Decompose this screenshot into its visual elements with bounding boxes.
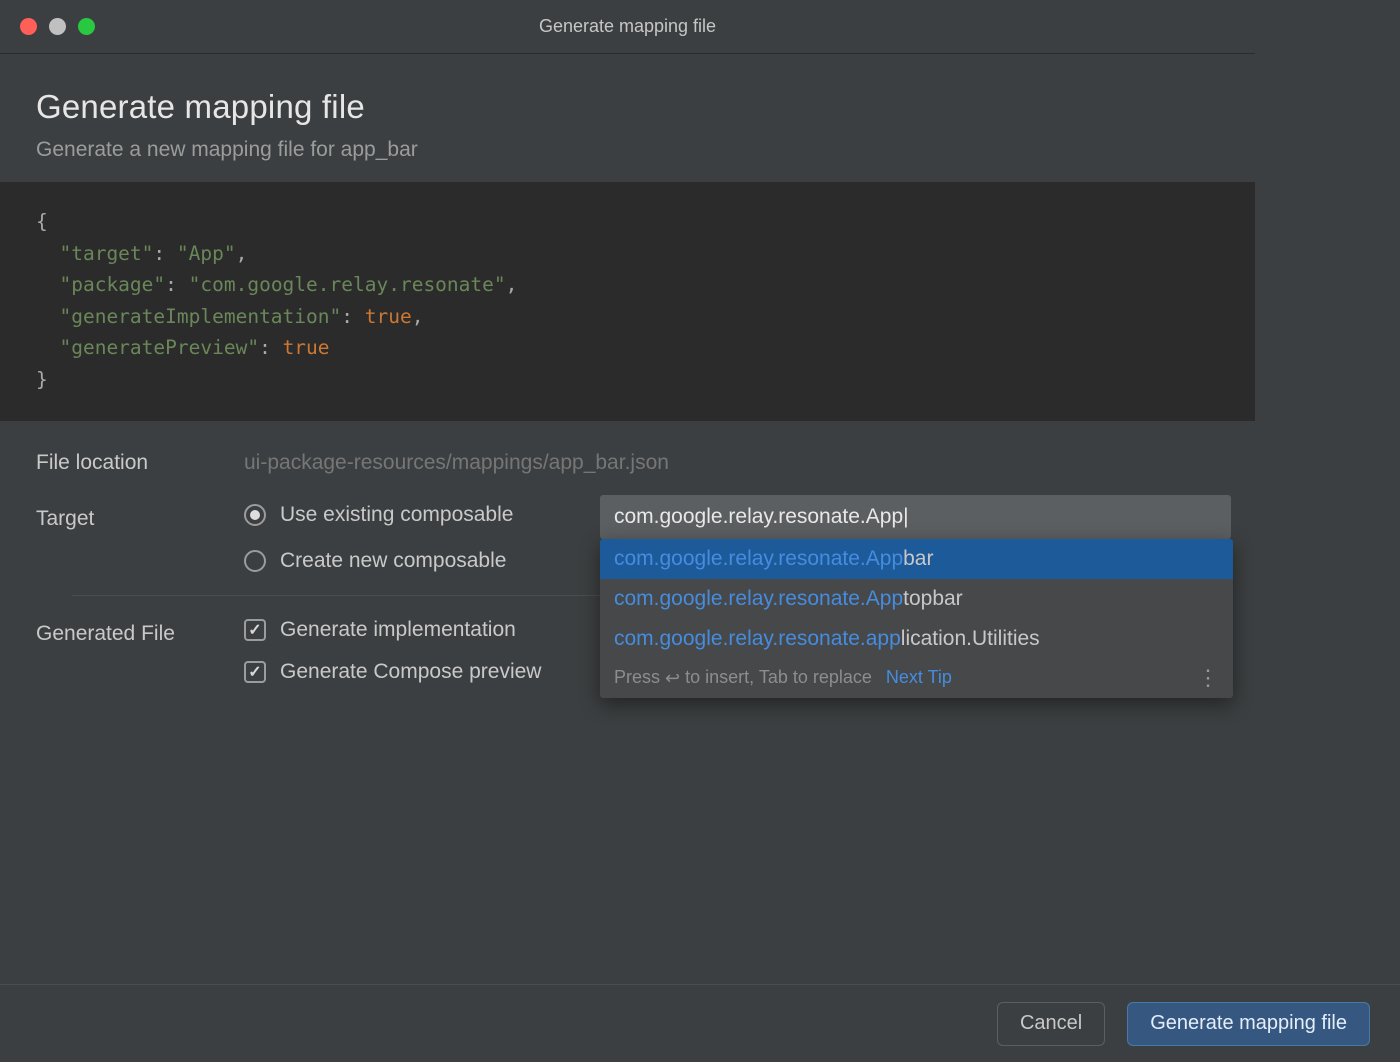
file-location-label: File location [36,447,236,475]
file-location-row: File location ui-package-resources/mappi… [36,447,1219,475]
cancel-button[interactable]: Cancel [997,1002,1105,1046]
autocomplete-popup: com.google.relay.resonate.Appbar com.goo… [600,539,1233,698]
return-key-icon: ↩ [665,668,680,689]
dialog-title: Generate mapping file [36,88,1219,126]
json-preview: { "target": "App", "package": "com.googl… [0,182,1255,421]
dialog-header: Generate mapping file Generate a new map… [0,54,1255,182]
dialog-button-bar: Cancel Generate mapping file [0,984,1400,1062]
radio-icon [244,550,266,572]
radio-label: Create new composable [280,549,506,573]
checkbox-label: Generate Compose preview [280,660,541,684]
radio-icon [244,504,266,526]
window-title: Generate mapping file [0,16,1255,37]
checkbox-label: Generate implementation [280,618,516,642]
more-options-icon[interactable]: ⋮ [1197,674,1219,683]
titlebar: Generate mapping file [0,0,1255,54]
file-location-value: ui-package-resources/mappings/app_bar.js… [244,447,1219,475]
checkbox-icon [244,619,266,641]
target-class-input[interactable] [600,495,1231,539]
checkbox-icon [244,661,266,683]
autocomplete-item[interactable]: com.google.relay.resonate.Appbar [600,539,1233,579]
autocomplete-item[interactable]: com.google.relay.resonate.Apptopbar [600,579,1233,619]
generated-file-label: Generated File [36,618,236,646]
form-area: File location ui-package-resources/mappi… [0,421,1255,702]
target-row: Target Use existing composable Create ne… [36,503,1219,573]
next-tip-link[interactable]: Next Tip [886,667,952,688]
target-label: Target [36,503,236,531]
autocomplete-item[interactable]: com.google.relay.resonate.application.Ut… [600,619,1233,659]
dialog-subtitle: Generate a new mapping file for app_bar [36,138,1219,162]
radio-label: Use existing composable [280,503,513,527]
generate-button[interactable]: Generate mapping file [1127,1002,1370,1046]
autocomplete-footer: Press ↩ to insert, Tab to replace Next T… [600,659,1233,698]
autocomplete-hint: Press ↩ to insert, Tab to replace [614,667,872,688]
